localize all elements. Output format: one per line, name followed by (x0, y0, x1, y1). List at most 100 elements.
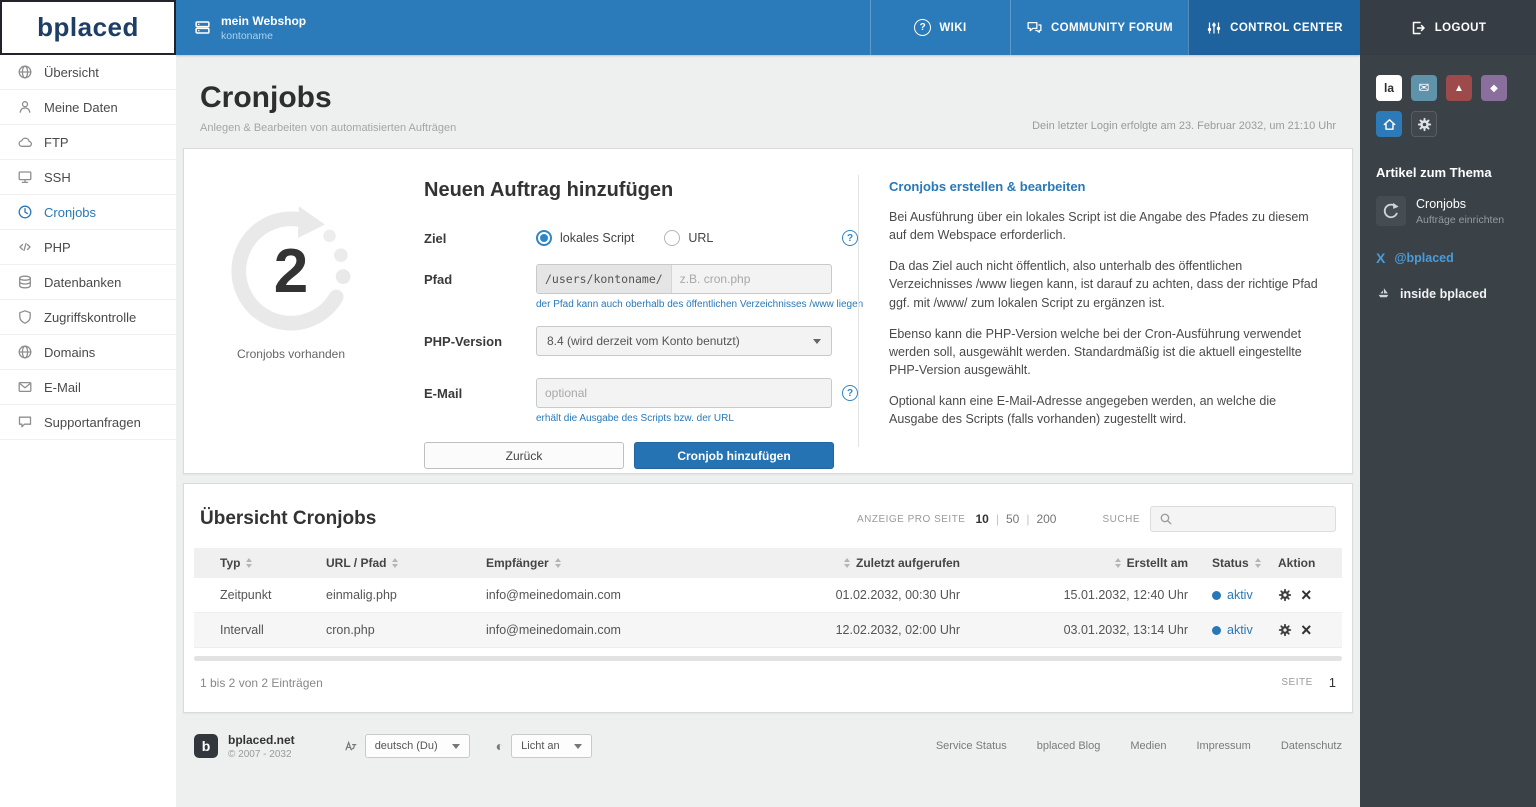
search-input[interactable] (1179, 512, 1327, 526)
center-column: mein Webshop kontoname ? WIKI COMMUNITY … (176, 0, 1360, 807)
email-hint-link[interactable]: erhält die Ausgabe des Scripts bzw. der … (536, 413, 858, 424)
app-root: bplaced Übersicht Meine Daten FTP SSH Cr… (0, 0, 1536, 807)
chat-icon (17, 414, 33, 430)
cloud-icon (17, 134, 33, 150)
sidebar-item-supportanfragen[interactable]: Supportanfragen (0, 405, 176, 440)
column-header-typ[interactable]: Typ (194, 556, 314, 570)
per-page-10[interactable]: 10 (975, 512, 1005, 526)
nav-community-forum[interactable]: COMMUNITY FORUM (1010, 0, 1188, 55)
lab-app-icon[interactable]: la (1376, 75, 1402, 101)
footer-link-service-status[interactable]: Service Status (936, 740, 1007, 752)
help-icon[interactable]: ? (842, 230, 858, 246)
column-header-zuletzt-aufgerufen[interactable]: Zuletzt aufgerufen (742, 556, 972, 570)
webmail-app-icon[interactable]: ✉ (1411, 75, 1437, 101)
delete-icon[interactable]: × (1301, 621, 1312, 639)
nav-control-center[interactable]: CONTROL CENTER (1188, 0, 1360, 55)
search-box (1150, 506, 1336, 532)
cell-zuletzt: 12.02.2032, 02:00 Uhr (835, 623, 960, 637)
globe-icon (17, 64, 33, 80)
apps-app-icon[interactable]: ◆ (1481, 75, 1507, 101)
theme-value: Licht an (521, 740, 560, 752)
status-app-icon[interactable]: ▲ (1446, 75, 1472, 101)
sidebar-item-php[interactable]: PHP (0, 230, 176, 265)
inside-bplaced-link[interactable]: inside bplaced (1376, 286, 1520, 301)
logout-button[interactable]: LOGOUT (1360, 0, 1536, 55)
sidebar-item-zugriffskontrolle[interactable]: Zugriffskontrolle (0, 300, 176, 335)
help-heading-link[interactable]: Cronjobs erstellen & bearbeiten (889, 179, 1326, 194)
terminal-icon (17, 169, 33, 185)
pfad-prefix: /users/kontoname/ (537, 265, 672, 293)
email-input[interactable] (536, 378, 832, 408)
last-login-info: Dein letzter Login erfolgte am 23. Febru… (1032, 120, 1336, 132)
help-paragraph: Bei Ausführung über ein lokales Script i… (889, 210, 1309, 243)
column-header-url-pfad[interactable]: URL / Pfad (314, 556, 474, 570)
help-paragraph: Ebenso kann die PHP-Version welche bei d… (889, 326, 1302, 377)
cell-zuletzt: 01.02.2032, 00:30 Uhr (835, 588, 960, 602)
sort-icon (554, 558, 561, 568)
language-select[interactable]: deutsch (Du) (364, 734, 470, 758)
related-article-cronjobs[interactable]: Cronjobs Aufträge einrichten (1376, 196, 1520, 226)
sort-icon (392, 558, 399, 568)
php-version-select[interactable]: 8.4 (wird derzeit vom Konto benutzt) (536, 326, 832, 356)
footer-copyright: © 2007 - 2032 (228, 748, 292, 760)
pfad-input[interactable] (671, 265, 831, 293)
table-footer: 1 bis 2 von 2 Einträgen SEITE 1 (184, 661, 1352, 712)
per-page-200[interactable]: 200 (1036, 512, 1056, 526)
main-content: Cronjobs Anlegen & Bearbeiten von automa… (176, 55, 1360, 807)
sidebar-item-label: Übersicht (44, 64, 99, 80)
add-cronjob-button[interactable]: Cronjob hinzufügen (634, 442, 834, 469)
sort-icon (1254, 558, 1261, 568)
sidebar-item-email[interactable]: E-Mail (0, 370, 176, 405)
sidebar-item-ssh[interactable]: SSH (0, 160, 176, 195)
pfad-hint-link[interactable]: der Pfad kann auch oberhalb des öffentli… (536, 299, 863, 310)
back-button[interactable]: Zurück (424, 442, 624, 469)
home-icon[interactable] (1376, 111, 1402, 137)
gear-icon[interactable] (1278, 623, 1292, 637)
cell-empfaenger: info@meinedomain.com (486, 588, 621, 602)
column-header-status[interactable]: Status (1200, 556, 1266, 570)
shield-icon (17, 309, 33, 325)
twitter-link[interactable]: X @bplaced (1376, 250, 1520, 266)
sidebar-item-label: FTP (44, 134, 69, 150)
column-header-empfaenger[interactable]: Empfänger (474, 556, 742, 570)
nav-wiki[interactable]: ? WIKI (870, 0, 1010, 55)
radio-lokales-script[interactable]: lokales Script (536, 230, 634, 246)
bplaced-footer-logo[interactable]: b (194, 734, 218, 758)
cron-refresh-icon (1376, 196, 1406, 226)
help-icon[interactable]: ? (842, 385, 858, 401)
footer-link-impressum[interactable]: Impressum (1196, 740, 1250, 752)
chevron-down-icon (813, 338, 821, 344)
article-title: Cronjobs (1416, 196, 1467, 211)
chevron-down-icon (573, 743, 582, 749)
entries-summary: 1 bis 2 von 2 Einträgen (200, 675, 323, 690)
delete-icon[interactable]: × (1301, 586, 1312, 604)
sidebar-item-ftp[interactable]: FTP (0, 125, 176, 160)
footer-link-blog[interactable]: bplaced Blog (1037, 740, 1101, 752)
settings-gear-icon[interactable] (1411, 111, 1437, 137)
database-icon (17, 274, 33, 290)
account-switcher[interactable]: mein Webshop kontoname (176, 0, 324, 55)
sidebar-item-label: Supportanfragen (44, 414, 141, 430)
sidebar-item-uebersicht[interactable]: Übersicht (0, 55, 176, 90)
footer-link-datenschutz[interactable]: Datenschutz (1281, 740, 1342, 752)
radio-url[interactable]: URL (664, 230, 713, 246)
theme-select[interactable]: Licht an (511, 734, 592, 758)
sidebar-item-meine-daten[interactable]: Meine Daten (0, 90, 176, 125)
help-panel: Cronjobs erstellen & bearbeiten Bei Ausf… (858, 175, 1352, 447)
sidebar-item-datenbanken[interactable]: Datenbanken (0, 265, 176, 300)
column-header-erstellt-am[interactable]: Erstellt am (972, 556, 1200, 570)
sidebar-item-cronjobs[interactable]: Cronjobs (0, 195, 176, 230)
footer-link-medien[interactable]: Medien (1130, 740, 1166, 752)
sidebar-item-domains[interactable]: Domains (0, 335, 176, 370)
nav-label: WIKI (939, 21, 967, 34)
per-page-options: 10 50 200 (975, 512, 1056, 526)
per-page-50[interactable]: 50 (1006, 512, 1036, 526)
gear-icon[interactable] (1278, 588, 1292, 602)
page-number[interactable]: 1 (1329, 675, 1336, 690)
nav-label: CONTROL CENTER (1230, 21, 1343, 34)
bplaced-logo[interactable]: bplaced (0, 0, 176, 55)
page-footer: b bplaced.net © 2007 - 2032 deutsch (Du)… (176, 722, 1360, 770)
table-heading: Übersicht Cronjobs (200, 508, 377, 529)
logout-label: LOGOUT (1434, 21, 1487, 34)
cell-pfad: einmalig.php (326, 588, 397, 602)
